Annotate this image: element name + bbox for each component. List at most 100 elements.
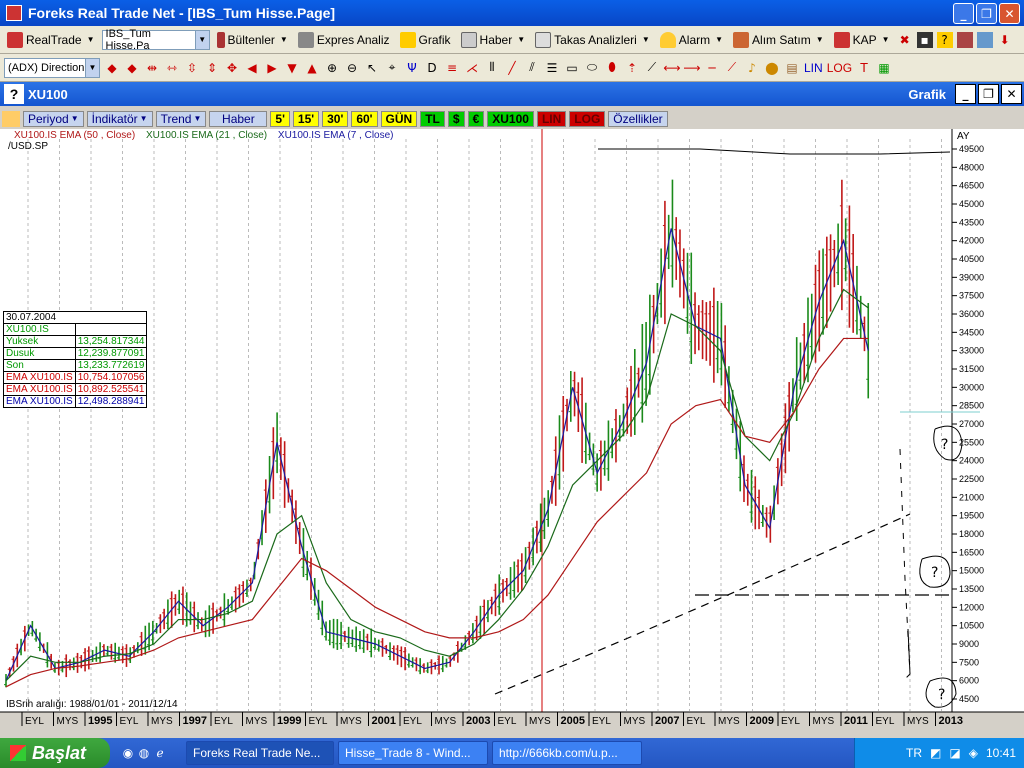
scroll-right-icon[interactable]: ▶ [264,60,280,76]
log-scale-button[interactable]: LOG [569,110,606,127]
indikator-button[interactable]: İndikatör ▼ [86,110,153,127]
currency-eur-button[interactable]: € [467,110,485,127]
help-icon[interactable]: ? [936,31,953,48]
periyod-button[interactable]: Periyod ▼ [23,110,84,127]
move-icon[interactable]: ✥ [224,60,240,76]
tb-icon[interactable]: T [856,60,872,76]
price-chart[interactable]: 49500 48000 46500 45000 43500 42000 40500 39000… [0,129,1024,732]
chart-type-icon[interactable] [2,110,20,127]
taskbar-item[interactable]: Hisse_Trade 8 - Wind... [338,741,488,765]
restore-button[interactable]: ❐ [976,3,997,24]
tray-icon[interactable]: ◈ [969,746,978,760]
chart-restore-button[interactable]: ❐ [978,84,999,104]
currency-tl-button[interactable]: TL [420,110,445,127]
fan-icon[interactable]: ⋌ [464,60,480,76]
period-5-button[interactable]: 5' [270,110,290,127]
expres-analiz-button[interactable]: Expres Analiz [295,29,393,51]
down-arrow-icon[interactable]: ⬇ [997,32,1013,48]
left-right-icon[interactable]: ⟷ [663,60,680,76]
x-icon[interactable]: ✖ [897,32,913,48]
channel-icon[interactable]: ⫽ [524,60,540,76]
period-60-button[interactable]: 60' [351,110,378,127]
trend-button[interactable]: Trend ▼ [155,110,207,127]
horizontal-line-icon[interactable]: ─ [704,60,720,76]
rectangle-icon[interactable]: ▭ [564,60,580,76]
wand-icon[interactable]: ⟋ [644,60,660,76]
indicator-select[interactable]: (ADX) Direction ▼ [4,57,100,78]
main-toolbar: RealTrade ▼ IBS_Tum Hisse.Pa ▼ Bültenler ▼ … [0,26,1024,54]
alarm-button[interactable]: Alarm ▼ [657,29,726,51]
save-icon[interactable]: ▪ [916,31,933,48]
period-30-button[interactable]: 30' [322,110,349,127]
fibonacci-icon[interactable]: ≡ [444,60,460,76]
start-button[interactable]: Başlat [0,738,110,768]
info-label: Yuksek [3,335,76,348]
taskbar-item[interactable]: Foreks Real Trade Ne... [186,741,334,765]
tray-icon[interactable]: ◩ [930,746,941,760]
period-gun-button[interactable]: GÜN [380,110,418,127]
info-label: EMA XU100.IS [3,371,76,384]
dt-icon[interactable]: D [424,60,440,76]
help-icon[interactable]: ? [4,84,24,104]
line-icon[interactable]: ╱ [504,60,520,76]
export-icon[interactable]: ▤ [784,60,800,76]
zoom-in-icon[interactable]: ⊕ [324,60,340,76]
shrink-vertical-icon[interactable]: ⇕ [204,60,220,76]
bultenler-button[interactable]: Bültenler ▼ [214,29,291,51]
monitor-icon[interactable] [976,31,993,48]
chart-close-button[interactable]: ✕ [1001,84,1022,104]
language-indicator[interactable]: TR [906,746,922,760]
right-arrow-icon[interactable]: ⟶ [683,60,700,76]
currency-usd-button[interactable]: $ [447,110,465,127]
alarm-bell-icon[interactable]: ♪ [744,60,760,76]
ozellikler-button[interactable]: Özellikler [608,110,668,127]
minimize-button[interactable]: _ [953,3,974,24]
text-lines-icon[interactable]: ☰ [544,60,560,76]
info-value: 10,892.525541 [74,383,148,396]
pointer-left-icon[interactable]: ◆ [104,60,120,76]
lin-scale-button[interactable]: LIN [536,110,567,127]
grafik-button[interactable]: Grafik [397,29,454,51]
ellipse-icon[interactable]: ⬭ [584,60,600,76]
grid-icon[interactable]: ▦ [876,60,892,76]
diagonal-line-icon[interactable]: ⟋ [724,60,740,76]
expand-vertical-icon[interactable]: ⇳ [184,60,200,76]
quicklaunch-icon[interactable]: ◉ [120,745,136,761]
alim-satim-button[interactable]: Alım Satım ▼ [730,29,827,51]
crosshair-icon[interactable]: ⌖ [384,60,400,76]
expand-horizontal-icon[interactable]: ⇹ [144,60,160,76]
drawing-toolbar: (ADX) Direction ▼ ◆ ◆ ⇹ ⇿ ⇳ ⇕ ✥ ◀ ▶ ▼ ▲ ⊕… [0,54,1024,82]
chart-minimize-button[interactable]: _ [955,84,976,104]
info-label: EMA XU100.IS [3,383,76,396]
period-15-button[interactable]: 15' [292,110,320,127]
quicklaunch-icon[interactable]: ℯ [152,745,168,761]
log-button[interactable]: LOG [827,61,852,75]
arrow-up-icon[interactable]: ⇡ [624,60,640,76]
scroll-down-icon[interactable]: ▼ [284,60,300,76]
zoom-out-icon[interactable]: ⊖ [344,60,360,76]
close-button[interactable]: ✕ [999,3,1020,24]
lin-button[interactable]: LIN [804,61,823,75]
settings-icon[interactable] [956,31,973,48]
scroll-up-icon[interactable]: ▲ [304,60,320,76]
bars-icon[interactable]: ⦀ [484,60,500,76]
page-select[interactable]: IBS_Tum Hisse.Pa ▼ [101,28,210,52]
quicklaunch-icon[interactable]: ◍ [136,745,152,761]
paint-icon[interactable]: ⬮ [604,60,620,76]
haber-button[interactable]: Haber ▼ [458,29,529,51]
y-tick-label: 30000 [959,382,984,392]
fork-icon[interactable]: Ψ [404,60,420,76]
chart-color-icon[interactable]: ⬤ [764,60,780,76]
takas-button[interactable]: Takas Analizleri ▼ [532,29,653,51]
scroll-left-icon[interactable]: ◀ [244,60,260,76]
kap-button[interactable]: KAP ▼ [831,29,893,51]
taskbar-item[interactable]: http://666kb.com/u.p... [492,741,642,765]
haber-chart-button[interactable]: Haber [209,110,268,127]
pointer-right-icon[interactable]: ◆ [124,60,140,76]
chart-area[interactable]: 49500 48000 46500 45000 43500 42000 40500 39000… [0,129,1024,732]
realtrade-button[interactable]: RealTrade ▼ [4,29,98,51]
xu100-button[interactable]: XU100 [487,110,534,127]
tray-icon[interactable]: ◪ [949,746,960,760]
shrink-horizontal-icon[interactable]: ⇿ [164,60,180,76]
cursor-icon[interactable]: ↖ [364,60,380,76]
